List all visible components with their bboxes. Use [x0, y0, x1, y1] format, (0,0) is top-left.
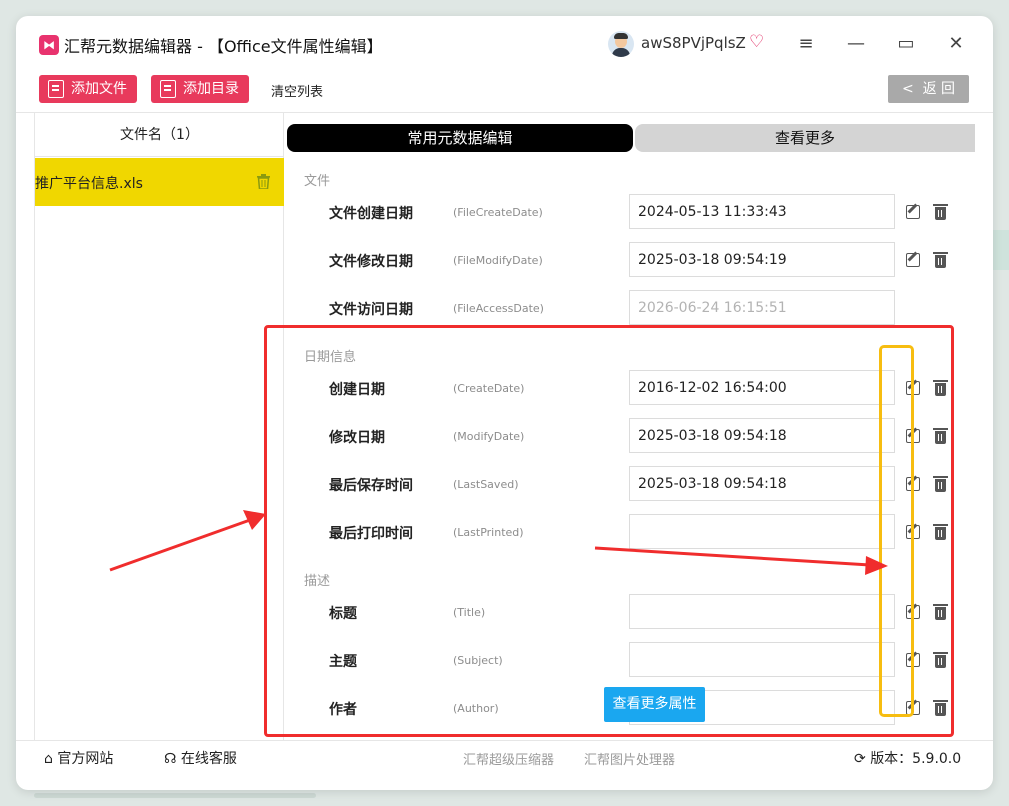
- official-website-link[interactable]: ⌂ 官方网站: [44, 748, 113, 768]
- field-label: 作者: [329, 702, 357, 718]
- compressor-link[interactable]: 汇帮超级压缩器: [463, 749, 554, 768]
- tab-common-metadata[interactable]: 常用元数据编辑: [287, 124, 633, 152]
- trash-icon[interactable]: [933, 524, 948, 540]
- field-label: 主题: [329, 654, 357, 670]
- app-window: ⧓ 汇帮元数据编辑器 - 【Office文件属性编辑】 awS8PVjPqlsZ…: [16, 16, 993, 790]
- trash-icon[interactable]: [933, 428, 948, 444]
- version-info: ⟳ 版本：5.9.0.0: [854, 751, 962, 767]
- trash-icon[interactable]: [933, 700, 948, 716]
- field-key: (Subject): [453, 654, 503, 667]
- file-name: 推广平台信息.xls: [35, 176, 143, 192]
- close-icon[interactable]: ✕: [944, 32, 968, 56]
- trash-icon[interactable]: [257, 174, 270, 189]
- field-key: (ModifyDate): [453, 430, 525, 443]
- file-list-panel: 文件名（1） 推广平台信息.xls: [34, 113, 284, 741]
- username[interactable]: awS8PVjPqlsZ: [641, 34, 746, 52]
- trash-icon[interactable]: [933, 476, 948, 492]
- field-label: 标题: [329, 606, 357, 622]
- field-label: 文件访问日期: [329, 302, 413, 318]
- edit-icon[interactable]: [906, 205, 920, 219]
- edit-icon[interactable]: [906, 605, 920, 619]
- field-label: 文件修改日期: [329, 254, 413, 270]
- modify-date-input[interactable]: [629, 418, 895, 453]
- field-key: (Author): [453, 702, 499, 715]
- field-key: (Title): [453, 606, 486, 619]
- view-more-properties-button[interactable]: 查看更多属性: [604, 687, 705, 722]
- tab-view-more[interactable]: 查看更多: [635, 124, 975, 152]
- back-button[interactable]: < 返 回: [888, 75, 969, 103]
- minimize-icon[interactable]: —: [844, 32, 868, 56]
- vip-heart-icon[interactable]: ♡: [749, 32, 764, 52]
- section-title-date: 日期信息: [304, 350, 357, 365]
- field-key: (FileCreateDate): [453, 206, 543, 219]
- edit-icon[interactable]: [906, 253, 920, 267]
- trash-icon[interactable]: [933, 652, 948, 668]
- add-directory-button[interactable]: 添加目录: [151, 75, 249, 103]
- file-list-item[interactable]: 推广平台信息.xls: [35, 158, 284, 206]
- online-service-link[interactable]: ☊ 在线客服: [164, 748, 237, 768]
- title-bar: ⧓ 汇帮元数据编辑器 - 【Office文件属性编辑】 awS8PVjPqlsZ…: [16, 16, 993, 72]
- field-label: 修改日期: [329, 430, 385, 446]
- file-list-header: 文件名（1）: [35, 113, 284, 157]
- section-title-description: 描述: [304, 574, 331, 589]
- field-key: (CreateDate): [453, 382, 525, 395]
- add-file-icon: [48, 80, 64, 98]
- maximize-icon[interactable]: ▭: [894, 32, 918, 56]
- edit-icon[interactable]: [906, 477, 920, 491]
- title-input[interactable]: [629, 594, 895, 629]
- section-title-file: 文件: [304, 174, 331, 189]
- field-label: 文件创建日期: [329, 206, 413, 222]
- field-key: (FileModifyDate): [453, 254, 543, 267]
- trash-icon[interactable]: [933, 252, 948, 268]
- clear-list-button[interactable]: 清空列表: [271, 81, 323, 100]
- subject-input[interactable]: [629, 642, 895, 677]
- add-folder-icon: [160, 80, 176, 98]
- edit-icon[interactable]: [906, 653, 920, 667]
- trash-icon[interactable]: [933, 604, 948, 620]
- file-access-date-input: [629, 290, 895, 325]
- field-label: 创建日期: [329, 382, 385, 398]
- image-processor-link[interactable]: 汇帮图片处理器: [584, 749, 675, 768]
- field-key: (LastSaved): [453, 478, 519, 491]
- menu-icon[interactable]: ≡: [794, 32, 818, 56]
- field-label: 最后保存时间: [329, 478, 413, 494]
- edit-icon[interactable]: [906, 525, 920, 539]
- create-date-input[interactable]: [629, 370, 895, 405]
- window-title: 汇帮元数据编辑器 - 【Office文件属性编辑】: [64, 37, 383, 56]
- last-printed-input[interactable]: [629, 514, 895, 549]
- edit-icon[interactable]: [906, 701, 920, 715]
- last-saved-input[interactable]: [629, 466, 895, 501]
- trash-icon[interactable]: [933, 380, 948, 396]
- add-file-button[interactable]: 添加文件: [39, 75, 137, 103]
- trash-icon[interactable]: [933, 204, 948, 220]
- home-icon: ⌂: [44, 751, 53, 767]
- headset-icon: ☊: [164, 751, 177, 767]
- file-modify-date-input[interactable]: [629, 242, 895, 277]
- chevron-left-icon: <: [901, 81, 914, 97]
- field-key: (FileAccessDate): [453, 302, 544, 315]
- user-avatar[interactable]: [608, 31, 634, 57]
- file-create-date-input[interactable]: [629, 194, 895, 229]
- edit-icon[interactable]: [906, 429, 920, 443]
- refresh-icon[interactable]: ⟳: [854, 751, 866, 767]
- app-logo-icon: ⧓: [39, 35, 59, 55]
- field-label: 最后打印时间: [329, 526, 413, 542]
- field-key: (LastPrinted): [453, 526, 524, 539]
- edit-icon[interactable]: [906, 381, 920, 395]
